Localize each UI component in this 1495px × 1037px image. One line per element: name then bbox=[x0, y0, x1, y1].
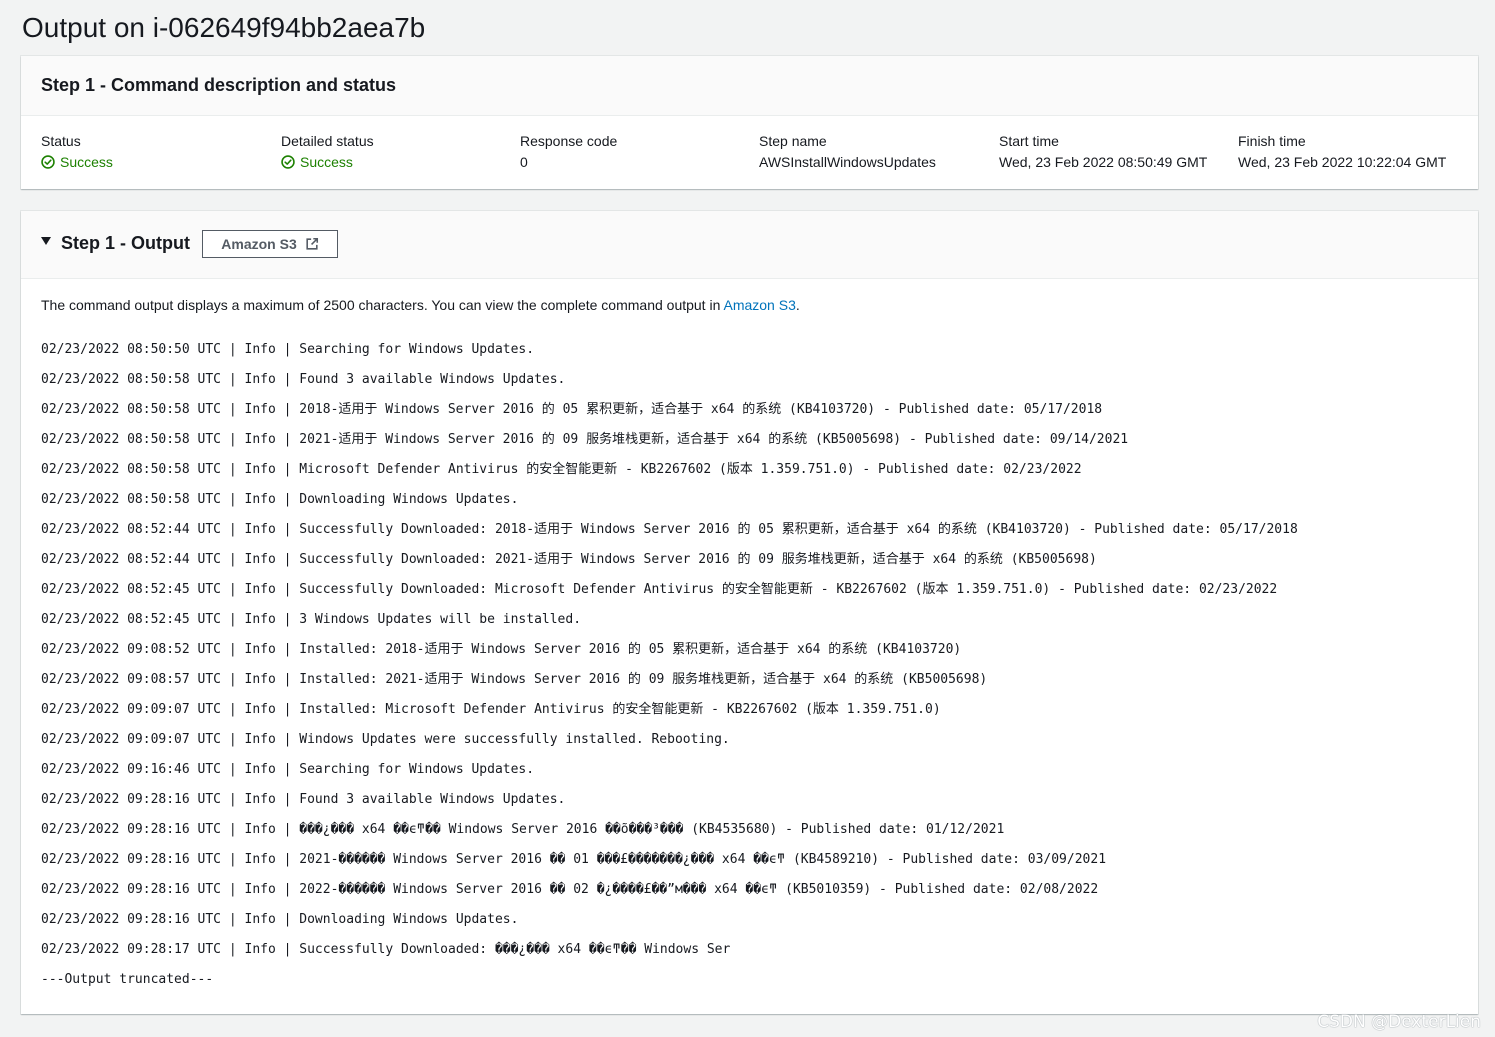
log-line: 02/23/2022 08:50:58 UTC | Info | Found 3… bbox=[41, 372, 566, 387]
log-line: 02/23/2022 08:50:58 UTC | Info | 2021-适用… bbox=[41, 432, 1129, 447]
step-status-panel: Step 1 - Command description and status … bbox=[21, 56, 1478, 189]
step-status-title: Step 1 - Command description and status bbox=[41, 75, 397, 95]
status-grid: Status Success Detailed status Success R… bbox=[41, 132, 1478, 172]
finish-time-column: Finish time Wed, 23 Feb 2022 10:22:04 GM… bbox=[1238, 132, 1446, 172]
log-line: 02/23/2022 08:50:58 UTC | Info | Microso… bbox=[41, 462, 1082, 477]
watermark: CSDN @DexterLien bbox=[1317, 1012, 1481, 1032]
amazon-s3-button[interactable]: Amazon S3 bbox=[202, 230, 338, 258]
success-check-icon bbox=[41, 155, 55, 169]
log-line: 02/23/2022 09:28:16 UTC | Info | Found 3… bbox=[41, 792, 566, 807]
log-line: 02/23/2022 09:09:07 UTC | Info | Install… bbox=[41, 702, 941, 717]
log-line: 02/23/2022 08:52:45 UTC | Info | 3 Windo… bbox=[41, 612, 582, 627]
finish-time-value: Wed, 23 Feb 2022 10:22:04 GMT bbox=[1238, 154, 1447, 170]
success-check-icon bbox=[281, 155, 295, 169]
status-column: Status Success bbox=[41, 132, 113, 172]
step-name-label: Step name bbox=[759, 133, 827, 149]
log-line: 02/23/2022 09:08:57 UTC | Info | Install… bbox=[41, 672, 988, 687]
log-line: 02/23/2022 09:28:16 UTC | Info | ���¿���… bbox=[41, 822, 1005, 837]
detailed-status-column: Detailed status Success bbox=[281, 132, 374, 172]
log-line: 02/23/2022 09:28:16 UTC | Info | 2022-��… bbox=[41, 882, 1099, 897]
response-code-value: 0 bbox=[520, 154, 528, 170]
start-time-label: Start time bbox=[999, 133, 1059, 149]
step-output-toggle[interactable]: Step 1 - Output bbox=[41, 233, 190, 254]
log-line: 02/23/2022 08:50:58 UTC | Info | Downloa… bbox=[41, 492, 519, 507]
response-code-column: Response code 0 bbox=[520, 132, 617, 172]
log-line: 02/23/2022 09:28:16 UTC | Info | 2021-��… bbox=[41, 852, 1107, 867]
caret-down-icon bbox=[41, 236, 51, 245]
external-link-icon bbox=[306, 237, 318, 250]
step-output-panel: Step 1 - Output Amazon S3 The command ou… bbox=[21, 211, 1478, 1014]
status-value-text: Success bbox=[60, 154, 113, 170]
log-line: 02/23/2022 09:09:07 UTC | Info | Windows… bbox=[41, 732, 730, 747]
log-line: 02/23/2022 08:50:50 UTC | Info | Searchi… bbox=[41, 342, 535, 357]
start-time-value: Wed, 23 Feb 2022 08:50:49 GMT bbox=[999, 154, 1208, 170]
step-status-header: Step 1 - Command description and status bbox=[21, 56, 1478, 116]
status-value: Success bbox=[41, 152, 113, 172]
output-note: The command output displays a maximum of… bbox=[41, 297, 800, 313]
output-note-suffix: . bbox=[795, 297, 800, 313]
log-line: 02/23/2022 09:08:52 UTC | Info | Install… bbox=[41, 642, 962, 657]
output-truncated-marker: ---Output truncated--- bbox=[41, 972, 214, 987]
step-output-title: Step 1 - Output bbox=[61, 233, 190, 253]
step-name-column: Step name AWSInstallWindowsUpdates bbox=[759, 132, 936, 172]
detailed-status-value-text: Success bbox=[300, 154, 353, 170]
detailed-status-value: Success bbox=[281, 152, 374, 172]
step-output-header: Step 1 - Output Amazon S3 bbox=[21, 211, 1478, 279]
log-line: 02/23/2022 08:52:45 UTC | Info | Success… bbox=[41, 582, 1278, 597]
start-time-column: Start time Wed, 23 Feb 2022 08:50:49 GMT bbox=[999, 132, 1207, 172]
finish-time-label: Finish time bbox=[1238, 133, 1306, 149]
detailed-status-label: Detailed status bbox=[281, 133, 374, 149]
page-title: Output on i-062649f94bb2aea7b bbox=[22, 12, 426, 43]
response-code-label: Response code bbox=[520, 133, 618, 149]
log-line: 02/23/2022 09:16:46 UTC | Info | Searchi… bbox=[41, 762, 535, 777]
step-name-value: AWSInstallWindowsUpdates bbox=[759, 154, 936, 170]
log-line: 02/23/2022 08:52:44 UTC | Info | Success… bbox=[41, 522, 1298, 537]
command-output-log: 02/23/2022 08:50:50 UTC | Info | Searchi… bbox=[41, 340, 1298, 1000]
output-note-text: The command output displays a maximum of… bbox=[41, 297, 724, 313]
log-line: 02/23/2022 08:50:58 UTC | Info | 2018-适用… bbox=[41, 402, 1103, 417]
amazon-s3-link[interactable]: Amazon S3 bbox=[723, 297, 795, 313]
log-line: 02/23/2022 09:28:17 UTC | Info | Success… bbox=[41, 942, 731, 957]
log-line: 02/23/2022 08:52:44 UTC | Info | Success… bbox=[41, 552, 1097, 567]
status-label: Status bbox=[41, 133, 81, 149]
log-line: 02/23/2022 09:28:16 UTC | Info | Downloa… bbox=[41, 912, 519, 927]
amazon-s3-button-label: Amazon S3 bbox=[221, 236, 297, 252]
